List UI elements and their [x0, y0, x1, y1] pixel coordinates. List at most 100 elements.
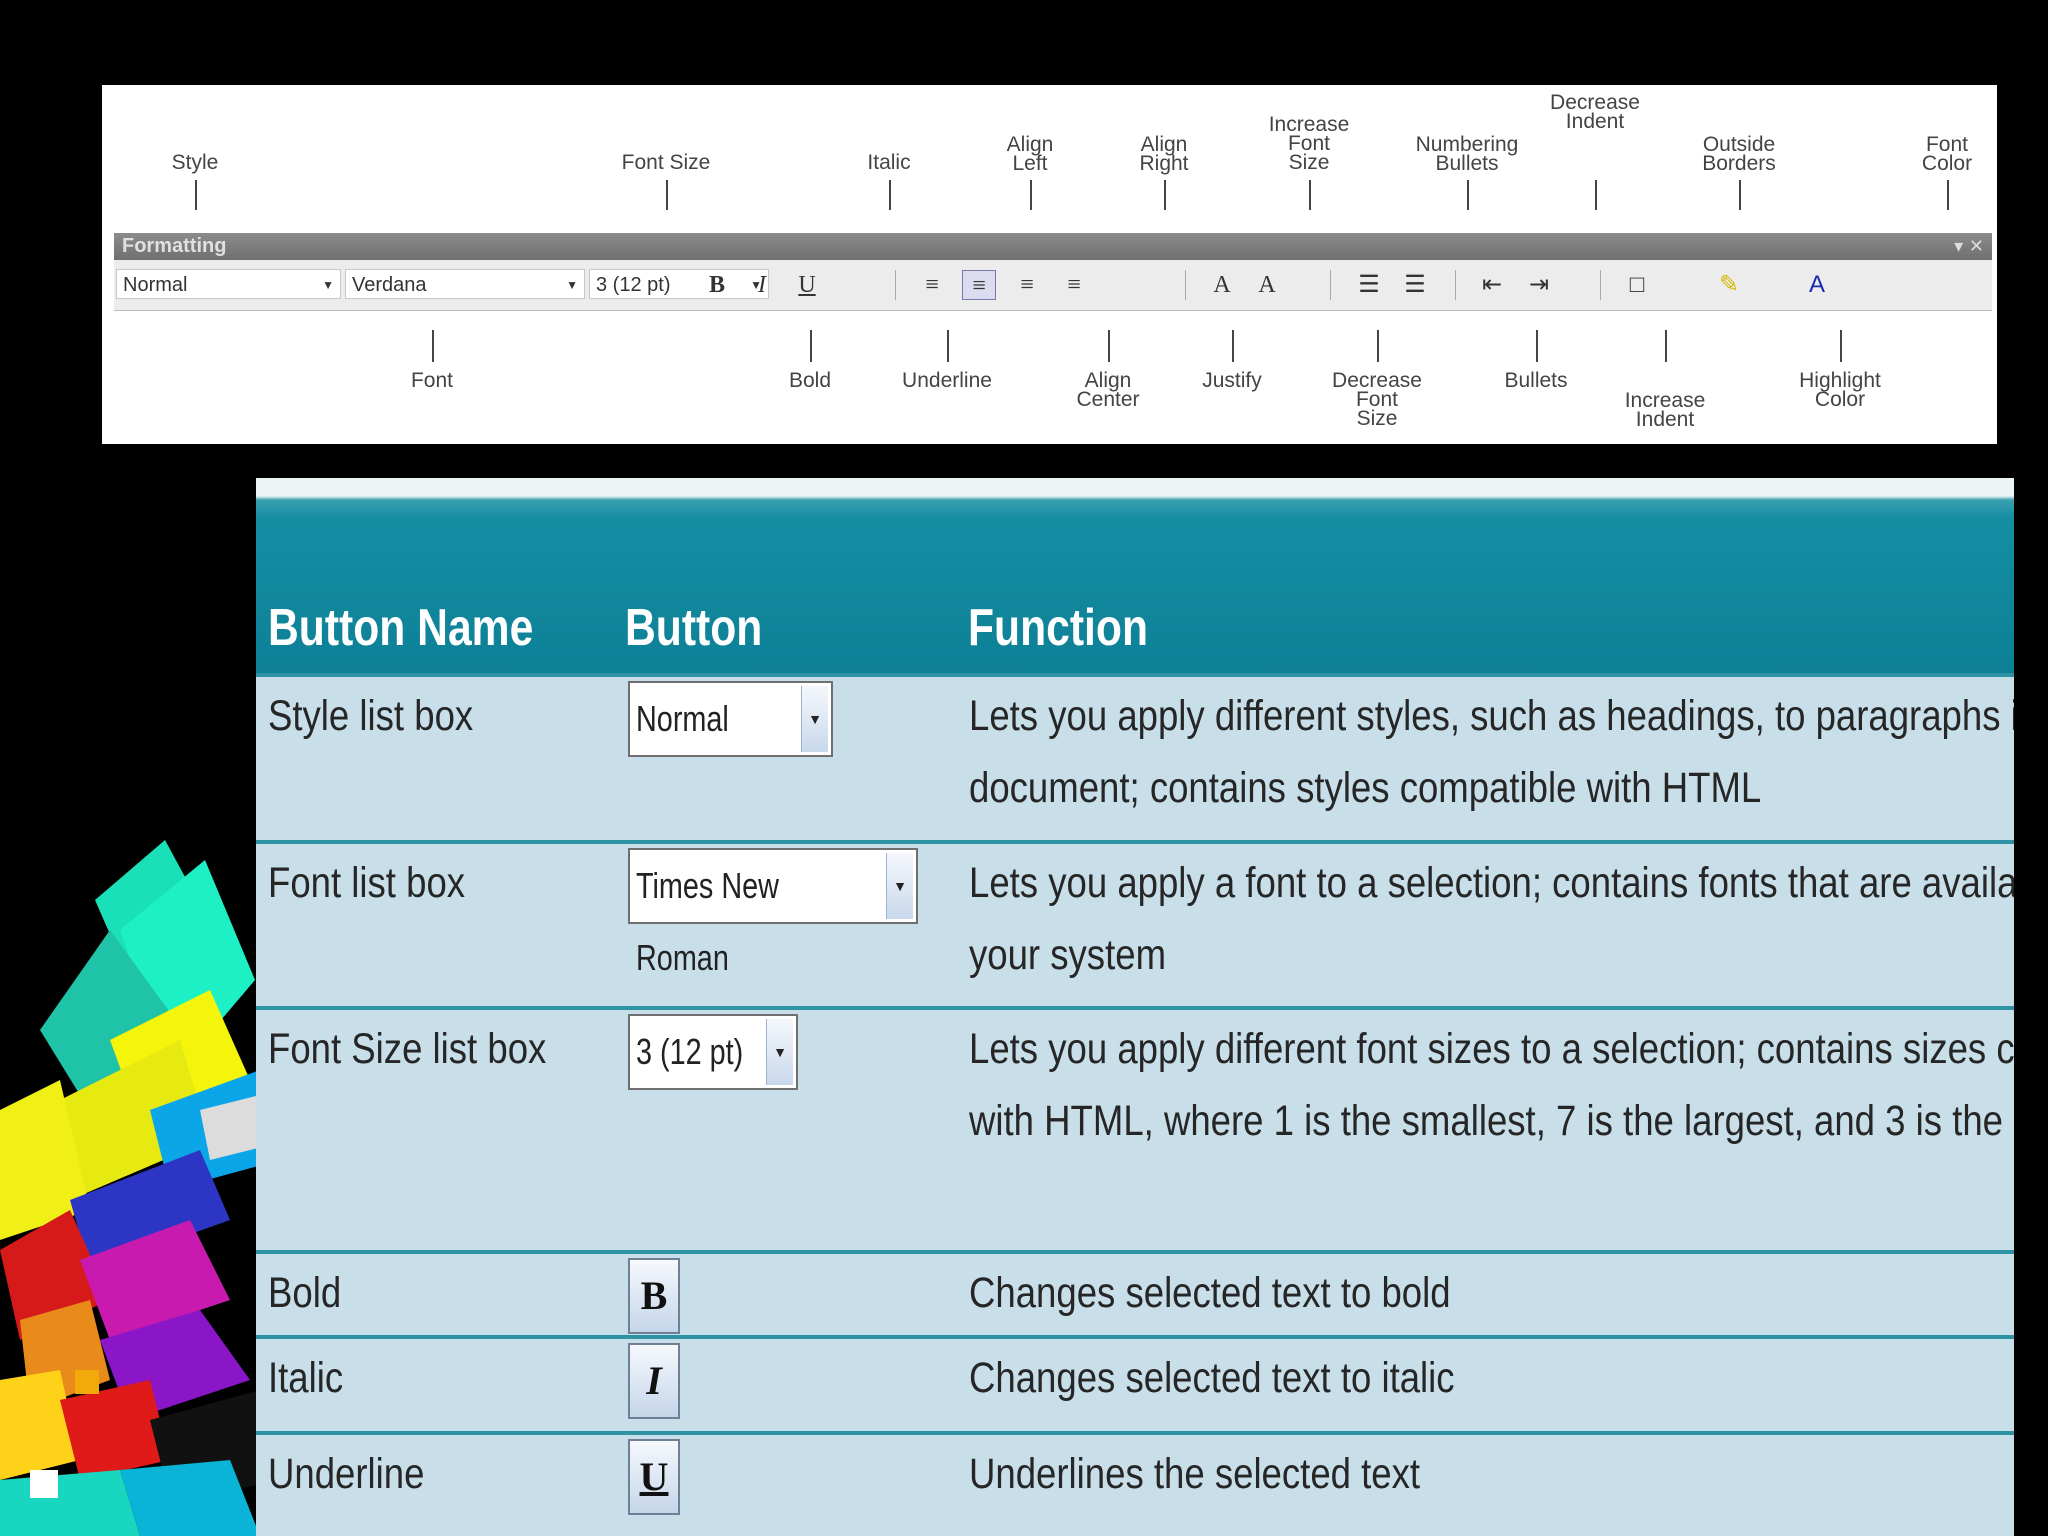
- table-row: Font list box Times New Roman ▼ Lets you ap…: [256, 840, 2014, 1006]
- chevron-down-icon: ▼: [886, 853, 913, 919]
- font-size-combo-value: 3 (12 pt): [596, 274, 671, 296]
- callout-line: [1164, 180, 1166, 210]
- callout-label: Align Center: [1076, 369, 1140, 411]
- sample-dropdown[interactable]: Times New Roman ▼: [628, 848, 918, 978]
- callout-line: [810, 330, 812, 362]
- callout-line: [1840, 330, 1842, 362]
- callout-label: Bold: [788, 369, 832, 392]
- callout-line: [195, 180, 197, 210]
- callout-label: Italic: [867, 151, 911, 174]
- callout-label: Outside Borders: [1702, 133, 1776, 175]
- style-combo-value: Normal: [123, 274, 188, 296]
- underline-button[interactable]: U: [628, 1439, 680, 1515]
- italic-button[interactable]: I: [628, 1343, 680, 1419]
- callout-line: [1108, 330, 1110, 362]
- callout-label: Align Left: [1006, 133, 1054, 175]
- bold-button[interactable]: B: [700, 270, 734, 300]
- dropdown-value: Times New Roman: [636, 865, 779, 978]
- row-button-name: Italic: [268, 1354, 344, 1402]
- align-left-button[interactable]: ≡: [915, 270, 949, 300]
- table-row: Italic I Changes selected text to italic: [256, 1335, 2014, 1431]
- outside-borders-button[interactable]: □: [1620, 270, 1654, 300]
- highlight-color-button[interactable]: ✎: [1712, 270, 1746, 300]
- table-header: Button Name Button Function: [256, 478, 2014, 673]
- numbering-button[interactable]: ☰: [1352, 270, 1386, 300]
- callout-line: [1595, 180, 1597, 210]
- toolbar-title-bar: Formatting ▾ ✕: [114, 233, 1992, 260]
- bullets-button[interactable]: ☰: [1398, 270, 1432, 300]
- callout-line: [1467, 180, 1469, 210]
- callout-line: [1665, 330, 1667, 362]
- callout-line: [1739, 180, 1741, 210]
- callout-label: Decrease Indent: [1550, 91, 1640, 133]
- chevron-down-icon: ▼: [566, 278, 578, 292]
- toolbar-separator: [1185, 270, 1186, 300]
- align-center-button[interactable]: ≡: [962, 270, 996, 300]
- callout-label: Align Right: [1139, 133, 1189, 175]
- callout-line: [1377, 330, 1379, 362]
- sample-dropdown[interactable]: Normal ▼: [628, 681, 833, 757]
- header-button: Button: [625, 599, 763, 657]
- row-button-name: Font Size list box: [268, 1025, 547, 1073]
- justify-button[interactable]: ≡: [1057, 270, 1091, 300]
- italic-button[interactable]: I: [745, 270, 779, 300]
- underline-button[interactable]: U: [790, 270, 824, 300]
- callout-line: [1536, 330, 1538, 362]
- callout-line: [947, 330, 949, 362]
- font-combo-value: Verdana: [352, 274, 427, 296]
- callout-label: Font Color: [1921, 133, 1973, 175]
- decrease-font-size-button[interactable]: A: [1250, 270, 1284, 300]
- style-combo[interactable]: Normal ▼: [116, 269, 341, 299]
- formatting-toolbar: Normal ▼ Verdana ▼ 3 (12 pt) ▼ B I U ≡ ≡ ≡ ≡ A A ☰ ☰ ⇤…: [114, 260, 1992, 311]
- button-reference-table: Button Name Button Function Style list b…: [256, 478, 2014, 1536]
- toolbar-separator: [1455, 270, 1456, 300]
- row-function-text: Changes selected text to italic: [969, 1354, 1455, 1402]
- callout-label: Increase Font Size: [1268, 113, 1350, 174]
- font-combo[interactable]: Verdana ▼: [345, 269, 585, 299]
- callout-label: Style: [171, 151, 219, 174]
- align-right-button[interactable]: ≡: [1010, 270, 1044, 300]
- toolbar-title: Formatting: [122, 235, 227, 257]
- toolbar-separator: [1330, 270, 1331, 300]
- header-function: Function: [968, 599, 1149, 657]
- callout-line: [432, 330, 434, 362]
- increase-font-size-button[interactable]: A: [1205, 270, 1239, 300]
- font-size-combo[interactable]: 3 (12 pt) ▼: [589, 269, 769, 299]
- sample-dropdown[interactable]: 3 (12 pt) ▼: [628, 1014, 798, 1090]
- row-button-name: Font list box: [268, 859, 466, 907]
- table-row: Style list box Normal ▼ Lets you apply diff…: [256, 673, 2014, 840]
- increase-indent-button[interactable]: ⇥: [1522, 270, 1556, 300]
- row-function-text: Underlines the selected text: [969, 1450, 1421, 1498]
- callout-line: [889, 180, 891, 210]
- callout-label: Underline: [902, 369, 992, 392]
- callout-label: Font Size: [621, 151, 711, 174]
- formatting-toolbar-diagram: Style Font Size Italic Align Left Align Righ…: [102, 85, 1997, 444]
- callout-line: [1947, 180, 1949, 210]
- callout-line: [666, 180, 668, 210]
- row-button-name: Style list box: [268, 692, 474, 740]
- row-function-text: Lets you apply different styles, such as…: [969, 692, 2014, 812]
- decorative-color-burst: [0, 840, 290, 1536]
- chevron-down-icon: ▼: [766, 1019, 793, 1085]
- callout-line: [1309, 180, 1311, 210]
- table-row: Underline U Underlines the selected text: [256, 1431, 2014, 1531]
- chevron-down-icon: ▼: [322, 278, 334, 292]
- font-color-button[interactable]: A: [1800, 270, 1834, 300]
- dropdown-value: 3 (12 pt): [636, 1031, 744, 1072]
- bold-button[interactable]: B: [628, 1258, 680, 1334]
- row-function-text: Changes selected text to bold: [969, 1269, 1451, 1317]
- callout-label: Font: [410, 369, 454, 392]
- row-button-name: Underline: [268, 1450, 425, 1498]
- decrease-indent-button[interactable]: ⇤: [1475, 270, 1509, 300]
- table-row: Bold B Changes selected text to bold: [256, 1250, 2014, 1335]
- chevron-down-icon: ▼: [801, 686, 828, 752]
- toolbar-separator: [1600, 270, 1601, 300]
- callout-label: Bullets: [1504, 369, 1568, 392]
- callout-line: [1232, 330, 1234, 362]
- table-row: Font Size list box 3 (12 pt) ▼ Lets you app…: [256, 1006, 2014, 1250]
- callout-label: Decrease Font Size: [1332, 369, 1422, 430]
- close-icon[interactable]: ▾ ✕: [1954, 236, 1984, 257]
- callout-label: Numbering Bullets: [1415, 133, 1519, 175]
- row-button-name: Bold: [268, 1269, 342, 1317]
- header-button-name: Button Name: [268, 599, 534, 657]
